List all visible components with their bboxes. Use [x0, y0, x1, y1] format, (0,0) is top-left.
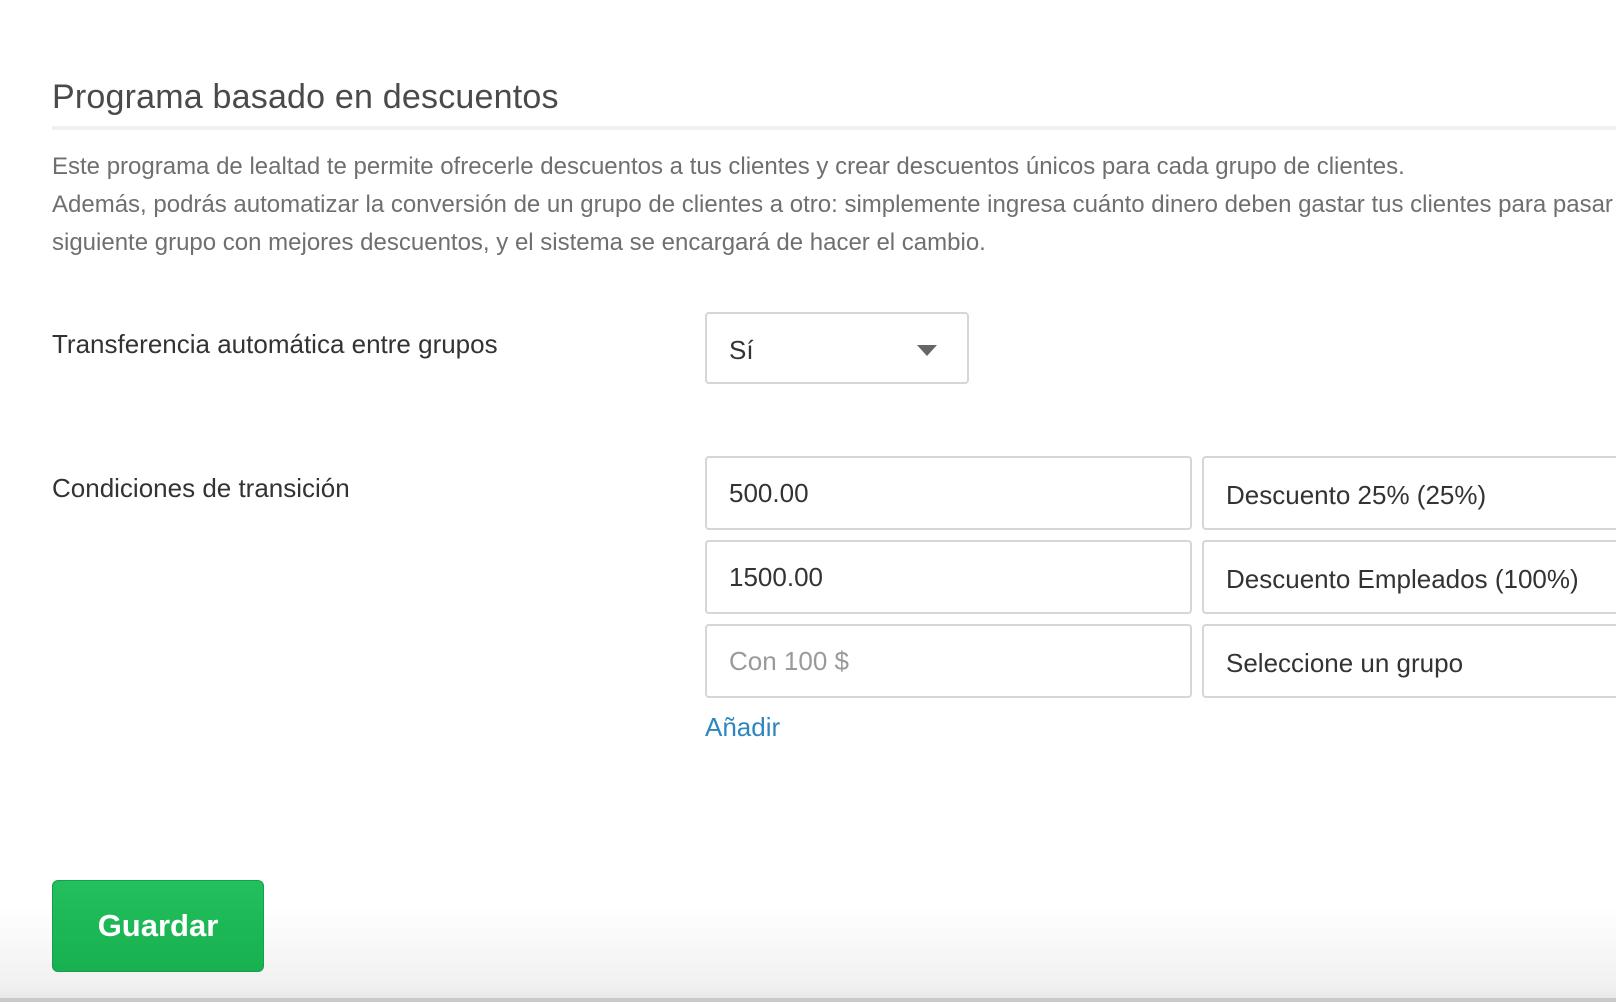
- condition-group-value-3: Seleccione un grupo: [1226, 648, 1464, 678]
- description-line-1: Este programa de lealtad te permite ofre…: [52, 153, 1405, 180]
- condition-amount-input-2[interactable]: [705, 540, 1192, 614]
- auto-transfer-selected-value: Sí: [729, 335, 754, 365]
- description-line-3: siguiente grupo con mejores descuentos, …: [52, 229, 986, 256]
- condition-group-select-1[interactable]: Descuento 25% (25%): [1202, 456, 1616, 530]
- condition-amount-input-3[interactable]: [705, 624, 1192, 698]
- loyalty-program-page: Programa basado en descuentos Este progr…: [0, 0, 1616, 1002]
- description-line-2: Además, podrás automatizar la conversión…: [52, 191, 1616, 218]
- add-condition-link[interactable]: Añadir: [705, 712, 780, 743]
- condition-group-value-2: Descuento Empleados (100%): [1226, 564, 1579, 594]
- auto-transfer-select[interactable]: Sí: [705, 312, 969, 384]
- condition-amount-input-1[interactable]: [705, 456, 1192, 530]
- section-title: Programa basado en descuentos: [52, 78, 559, 116]
- condition-group-value-1: Descuento 25% (25%): [1226, 480, 1487, 510]
- condition-group-select-3[interactable]: Seleccione un grupo: [1202, 624, 1616, 698]
- save-button[interactable]: Guardar: [52, 880, 264, 972]
- transition-conditions-label: Condiciones de transición: [52, 473, 350, 503]
- title-divider: [52, 126, 1616, 130]
- caret-down-icon: [917, 345, 937, 356]
- condition-group-select-2[interactable]: Descuento Empleados (100%): [1202, 540, 1616, 614]
- section-description: Este programa de lealtad te permite ofre…: [52, 148, 1616, 262]
- bottom-edge-divider: [0, 998, 1616, 1002]
- auto-transfer-label: Transferencia automática entre grupos: [52, 329, 498, 359]
